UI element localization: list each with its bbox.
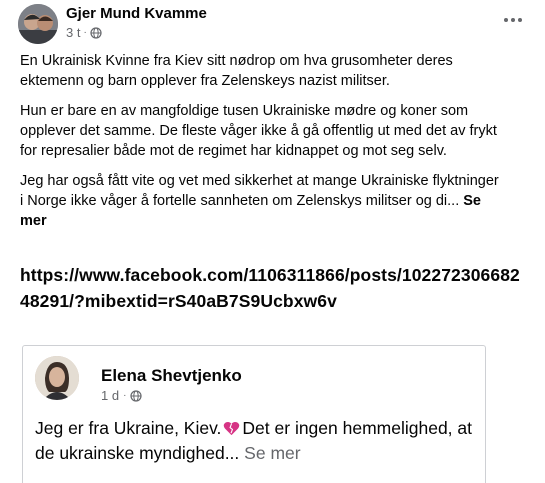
globe-icon	[90, 26, 102, 39]
shared-avatar-photo	[35, 356, 79, 400]
shared-see-more-link[interactable]: Se mer	[244, 443, 300, 463]
post-paragraph-text: Jeg har også fått vite og vet med sikker…	[20, 173, 499, 209]
post-header: Gjer Mund Kvamme 3 t ·	[18, 4, 528, 44]
shared-post-text: Jeg er fra Ukraine, Kiev. Det er ingen h…	[35, 416, 490, 466]
post-paragraph: Hun er bare en av mangfoldige tusen Ukra…	[20, 103, 497, 159]
shared-post-meta: 1 d ·	[101, 388, 143, 403]
shared-post-time[interactable]: 1 d	[101, 388, 119, 403]
post-link[interactable]: https://www.facebook.com/1106311866/post…	[20, 262, 520, 314]
avatar-photo	[18, 4, 58, 44]
post-paragraph-truncated: Jeg har også fått vite og vet med sikker…	[20, 171, 500, 231]
post-body: En Ukrainisk Kvinne fra Kiev sitt nødrop…	[20, 51, 500, 241]
facebook-post: Gjer Mund Kvamme 3 t · En Ukrainisk Kvin…	[0, 0, 545, 483]
post-time[interactable]: 3 t	[66, 25, 80, 40]
shared-meta-separator: ·	[123, 390, 127, 401]
post-paragraph: En Ukrainisk Kvinne fra Kiev sitt nødrop…	[20, 53, 453, 89]
broken-heart-icon	[224, 421, 240, 436]
shared-text-part: Jeg er fra Ukraine, Kiev.	[35, 418, 222, 438]
meta-separator: ·	[83, 27, 87, 38]
more-options-icon[interactable]	[498, 10, 528, 30]
shared-author-avatar[interactable]	[35, 356, 79, 400]
shared-post-card[interactable]: Elena Shevtjenko 1 d · Jeg er fra Ukrain…	[22, 345, 486, 483]
post-meta: 3 t ·	[66, 25, 102, 40]
author-name[interactable]: Gjer Mund Kvamme	[66, 5, 207, 22]
globe-icon	[130, 389, 143, 402]
author-avatar[interactable]	[18, 4, 58, 44]
shared-author-name[interactable]: Elena Shevtjenko	[101, 366, 242, 386]
